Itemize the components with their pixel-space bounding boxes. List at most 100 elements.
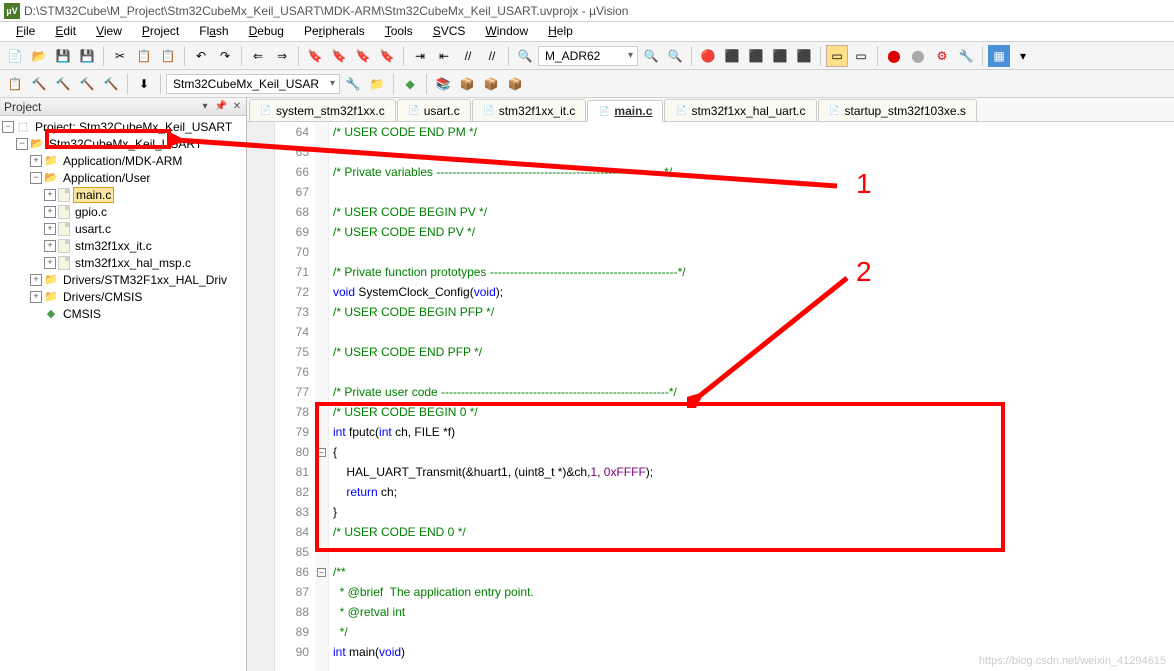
find-combo[interactable]: M_ADR62	[538, 46, 638, 66]
outdent-button[interactable]: ⇤	[433, 45, 455, 67]
tree-group[interactable]: +Application/MDK-ARM	[2, 152, 244, 169]
config-button[interactable]: ⚙	[931, 45, 953, 67]
bookmark-button[interactable]: 🔖	[304, 45, 326, 67]
view-dropdown[interactable]: ▾	[1012, 45, 1034, 67]
find-next-button[interactable]: 🔍	[640, 45, 662, 67]
file-ext-button[interactable]: 📁	[366, 73, 388, 95]
menu-file[interactable]: File	[6, 22, 45, 41]
comment-button[interactable]: //	[457, 45, 479, 67]
tree-root[interactable]: − Project: Stm32CubeMx_Keil_USART	[2, 118, 244, 135]
insert-breakpoint-button[interactable]: ⬛	[721, 45, 743, 67]
menu-peripherals[interactable]: Peripherals	[294, 22, 375, 41]
editor-tab[interactable]: 📄stm32f1xx_it.c	[472, 99, 587, 121]
menu-window[interactable]: Window	[475, 22, 538, 41]
tree-toggle[interactable]: +	[44, 240, 56, 252]
code-content[interactable]: /* USER CODE END PM *//* Private variabl…	[329, 122, 1174, 671]
disable-breakpoint-button[interactable]: ⬛	[769, 45, 791, 67]
tree-toggle[interactable]: −	[30, 172, 42, 184]
tree-toggle[interactable]: +	[30, 291, 42, 303]
tree-file[interactable]: +stm32f1xx_hal_msp.c	[2, 254, 244, 271]
menu-debug[interactable]: Debug	[239, 22, 294, 41]
fold-column[interactable]: −−	[315, 122, 329, 671]
batch-build-button[interactable]: 🔨	[76, 73, 98, 95]
nav-fwd-button[interactable]: ⇒	[271, 45, 293, 67]
uncomment-button[interactable]: //	[481, 45, 503, 67]
tree-toggle[interactable]: −	[2, 121, 14, 133]
tree-toggle[interactable]: −	[16, 138, 28, 150]
tree-file[interactable]: + main.c	[2, 186, 244, 203]
manage-rte-button[interactable]: ◆	[399, 73, 421, 95]
menu-flash[interactable]: Flash	[189, 22, 238, 41]
tree-toggle[interactable]: +	[44, 257, 56, 269]
cut-button[interactable]: ✂	[109, 45, 131, 67]
stop-build-button[interactable]: 🔨	[100, 73, 122, 95]
tree-target[interactable]: − Stm32CubeMx_Keil_USART	[2, 135, 244, 152]
menu-help[interactable]: Help	[538, 22, 583, 41]
tree-group[interactable]: +Drivers/STM32F1xx_HAL_Driv	[2, 271, 244, 288]
editor-tab[interactable]: 📄system_stm32f1xx.c	[249, 99, 396, 121]
new-button[interactable]: 📄	[4, 45, 26, 67]
stop-button[interactable]: ⬤	[883, 45, 905, 67]
pack2-button[interactable]: 📦	[480, 73, 502, 95]
copy-button[interactable]: 📋	[133, 45, 155, 67]
indent-button[interactable]: ⇥	[409, 45, 431, 67]
save-button[interactable]: 💾	[52, 45, 74, 67]
app-icon: µV	[4, 3, 20, 19]
panel-dropdown-button[interactable]: ▾	[198, 100, 212, 114]
tree-toggle[interactable]: +	[44, 189, 56, 201]
menu-edit[interactable]: Edit	[45, 22, 86, 41]
tree-toggle[interactable]: +	[30, 274, 42, 286]
tree-group[interactable]: −Application/User	[2, 169, 244, 186]
undo-button[interactable]: ↶	[190, 45, 212, 67]
editor-tab[interactable]: 📄main.c	[587, 100, 663, 122]
books-button[interactable]: 📚	[432, 73, 454, 95]
tree-toggle[interactable]: +	[30, 155, 42, 167]
panel-pin-button[interactable]: 📌	[214, 100, 228, 114]
tree-file-label: main.c	[73, 187, 114, 203]
tree-file[interactable]: +stm32f1xx_it.c	[2, 237, 244, 254]
view-button[interactable]: ▦	[988, 45, 1010, 67]
project-tree[interactable]: − Project: Stm32CubeMx_Keil_USART − Stm3…	[0, 116, 246, 671]
tools-button[interactable]: 🔧	[955, 45, 977, 67]
editor-tab[interactable]: 📄stm32f1xx_hal_uart.c	[664, 99, 816, 121]
window-button2[interactable]: ▭	[850, 45, 872, 67]
tree-file[interactable]: +usart.c	[2, 220, 244, 237]
incremental-find-button[interactable]: 🔍	[664, 45, 686, 67]
menu-view[interactable]: View	[86, 22, 132, 41]
paste-button[interactable]: 📋	[157, 45, 179, 67]
debug-button[interactable]: 🔴	[697, 45, 719, 67]
pack3-button[interactable]: 📦	[504, 73, 526, 95]
pack-button[interactable]: 📦	[456, 73, 478, 95]
target-options-button[interactable]: 🔧	[342, 73, 364, 95]
tree-file[interactable]: +gpio.c	[2, 203, 244, 220]
target-combo[interactable]: Stm32CubeMx_Keil_USAR	[166, 74, 340, 94]
tree-toggle[interactable]: +	[44, 206, 56, 218]
open-button[interactable]: 📂	[28, 45, 50, 67]
bookmark-next-button[interactable]: 🔖	[352, 45, 374, 67]
editor-tab[interactable]: 📄usart.c	[397, 99, 471, 121]
panel-close-button[interactable]: ✕	[230, 100, 244, 114]
editor-tab[interactable]: 📄startup_stm32f103xe.s	[818, 99, 977, 121]
bookmark-clear-button[interactable]: 🔖	[376, 45, 398, 67]
find-button[interactable]: 🔍	[514, 45, 536, 67]
tab-label: main.c	[614, 104, 652, 118]
menu-svcs[interactable]: SVCS	[423, 22, 476, 41]
tree-toggle[interactable]: +	[44, 223, 56, 235]
run-button[interactable]: ⬤	[907, 45, 929, 67]
enable-breakpoint-button[interactable]: ⬛	[745, 45, 767, 67]
nav-back-button[interactable]: ⇐	[247, 45, 269, 67]
translate-button[interactable]: 📋	[4, 73, 26, 95]
rebuild-button[interactable]: 🔨	[52, 73, 74, 95]
menu-tools[interactable]: Tools	[375, 22, 423, 41]
redo-button[interactable]: ↷	[214, 45, 236, 67]
bookmark-prev-button[interactable]: 🔖	[328, 45, 350, 67]
window-button1[interactable]: ▭	[826, 45, 848, 67]
code-editor[interactable]: 6465666768697071727374757677787980818283…	[247, 122, 1174, 671]
kill-breakpoint-button[interactable]: ⬛	[793, 45, 815, 67]
tree-group[interactable]: +Drivers/CMSIS	[2, 288, 244, 305]
download-button[interactable]: ⬇	[133, 73, 155, 95]
save-all-button[interactable]: 💾	[76, 45, 98, 67]
menu-project[interactable]: Project	[132, 22, 189, 41]
tree-cmsis[interactable]: CMSIS	[2, 305, 244, 322]
build-button[interactable]: 🔨	[28, 73, 50, 95]
